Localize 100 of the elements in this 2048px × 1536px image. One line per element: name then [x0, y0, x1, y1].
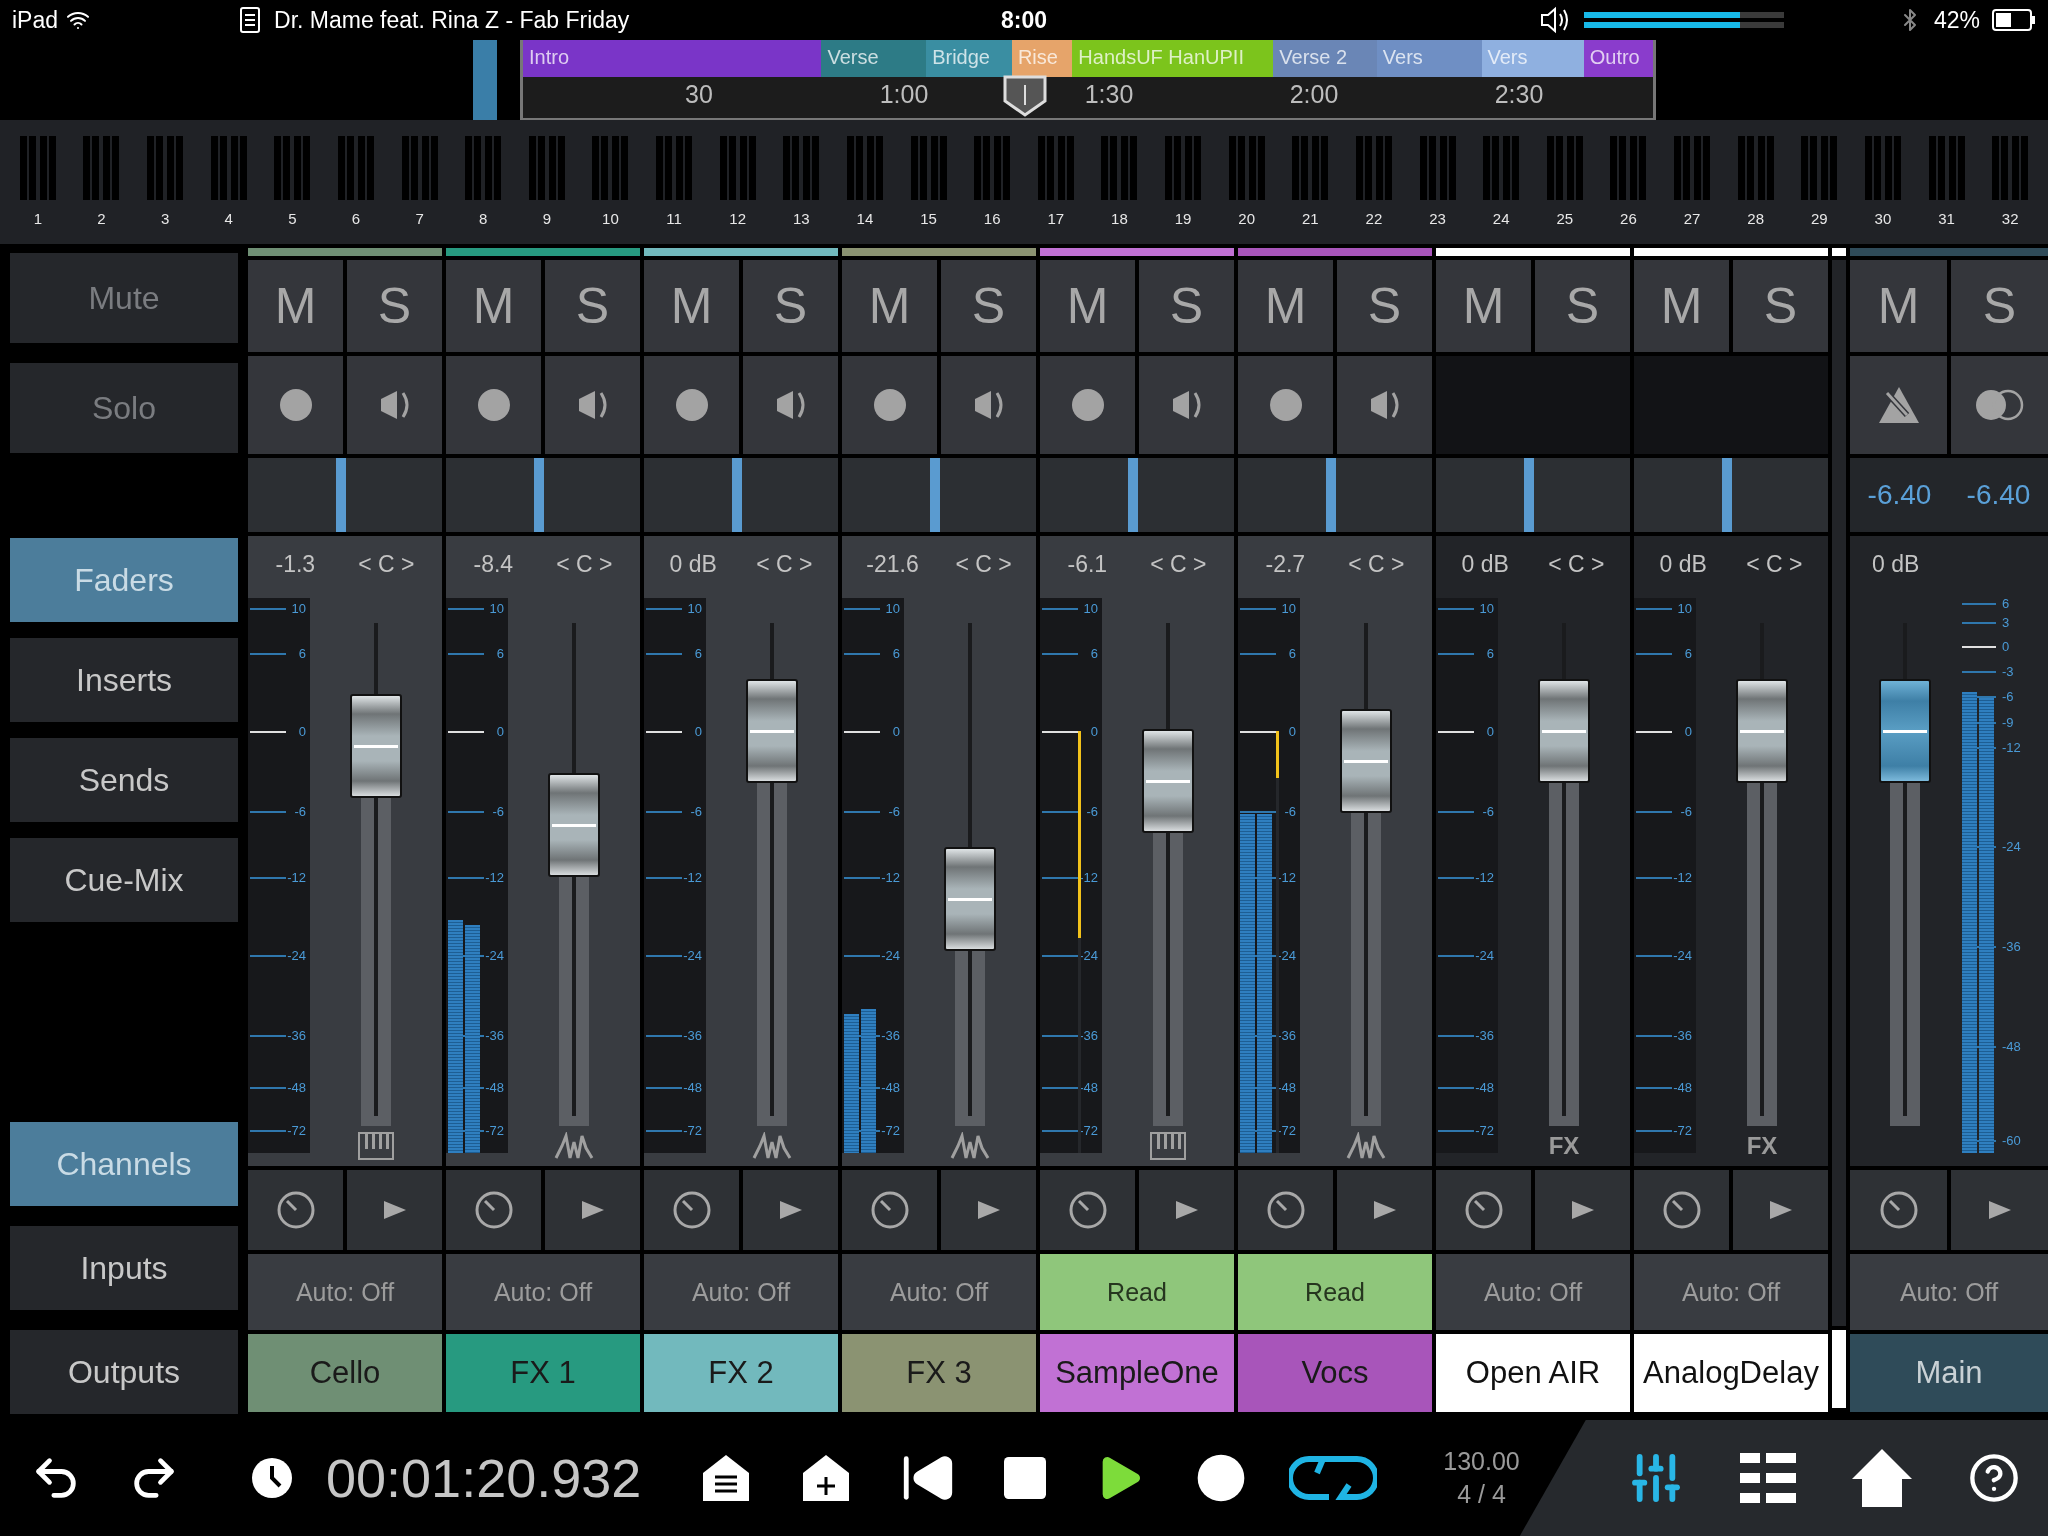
mono-button[interactable] [1951, 356, 2048, 454]
channel-name[interactable]: Vocs [1238, 1334, 1432, 1412]
sidebar-view-tab[interactable]: Sends [10, 738, 238, 822]
record-arm-button[interactable] [1040, 356, 1135, 454]
scene-button[interactable]: 5 [260, 136, 325, 244]
channel-name[interactable]: Open AIR [1436, 1334, 1630, 1412]
scene-button[interactable]: 6 [324, 136, 388, 244]
output-button[interactable] [1733, 1170, 1828, 1250]
scene-button[interactable]: 14 [833, 136, 897, 244]
output-button[interactable] [1139, 1170, 1234, 1250]
scene-button[interactable]: 25 [1533, 136, 1597, 244]
channel-name[interactable]: Main [1850, 1334, 2048, 1412]
send-knob-button[interactable] [446, 1170, 541, 1250]
channel-mute-toggle[interactable]: M [1634, 260, 1729, 352]
channel-name[interactable]: FX 2 [644, 1334, 838, 1412]
metronome-button[interactable] [1850, 356, 1947, 454]
monitor-button[interactable] [1337, 356, 1432, 454]
scene-button[interactable]: 4 [196, 136, 261, 244]
song-section[interactable]: Verse [821, 40, 927, 77]
monitor-button[interactable] [941, 356, 1036, 454]
send-knob-button[interactable] [1040, 1170, 1135, 1250]
fader-handle[interactable] [1879, 679, 1931, 784]
scene-button[interactable]: 29 [1787, 136, 1852, 244]
automation-button[interactable]: Auto: Off [1850, 1254, 2048, 1330]
pan-control[interactable] [842, 458, 1036, 532]
output-button[interactable] [347, 1170, 442, 1250]
home-button[interactable] [1851, 1449, 1912, 1507]
grid-view-button[interactable] [1739, 1453, 1796, 1503]
scene-button[interactable]: 7 [387, 136, 452, 244]
channel-solo-toggle[interactable]: S [1535, 260, 1630, 352]
channel-mute-toggle[interactable]: M [644, 260, 739, 352]
channel-name[interactable]: AnalogDelay [1634, 1334, 1828, 1412]
automation-button[interactable]: Read [1040, 1254, 1234, 1330]
record-arm-button[interactable] [1238, 356, 1333, 454]
send-knob-button[interactable] [1850, 1170, 1947, 1250]
fader-handle[interactable] [1340, 709, 1392, 814]
channel-solo-toggle[interactable]: S [347, 260, 442, 352]
automation-button[interactable]: Auto: Off [644, 1254, 838, 1330]
scene-button[interactable]: 19 [1151, 136, 1215, 244]
channel-solo-toggle[interactable]: S [1139, 260, 1234, 352]
fader-handle[interactable] [548, 773, 600, 878]
scene-button[interactable]: 17 [1024, 136, 1088, 244]
scene-button[interactable]: 3 [133, 136, 197, 244]
record-arm-button[interactable] [446, 356, 541, 454]
scene-button[interactable]: 1 [6, 136, 70, 244]
scene-button[interactable]: 26 [1596, 136, 1661, 244]
output-button[interactable] [941, 1170, 1036, 1250]
scene-button[interactable]: 12 [705, 136, 770, 244]
scene-button[interactable]: 22 [1342, 136, 1406, 244]
channel-mute-toggle[interactable]: M [446, 260, 541, 352]
mute-all-button[interactable]: Mute [10, 253, 238, 343]
monitor-button[interactable] [347, 356, 442, 454]
channel-solo-toggle[interactable]: S [1337, 260, 1432, 352]
channel-name[interactable]: FX 3 [842, 1334, 1036, 1412]
channel-mute-toggle[interactable]: M [1436, 260, 1531, 352]
pan-control[interactable] [248, 458, 442, 532]
channel-mute-toggle[interactable]: M [1040, 260, 1135, 352]
channel-name[interactable]: FX 1 [446, 1334, 640, 1412]
output-button[interactable] [1951, 1170, 2048, 1250]
channel-name[interactable]: Cello [248, 1334, 442, 1412]
sidebar-bank-tab[interactable]: Inputs [10, 1226, 238, 1310]
output-button[interactable] [1535, 1170, 1630, 1250]
pan-control[interactable] [1436, 458, 1630, 532]
automation-button[interactable]: Auto: Off [842, 1254, 1036, 1330]
scene-button[interactable]: 23 [1405, 136, 1470, 244]
playhead[interactable] [1001, 75, 1048, 117]
channel-mute-toggle[interactable]: M [1850, 260, 1947, 352]
fader-handle[interactable] [1538, 679, 1590, 784]
scene-button[interactable]: 16 [960, 136, 1024, 244]
channel-solo-toggle[interactable]: S [1733, 260, 1828, 352]
channel-name[interactable]: SampleOne [1040, 1334, 1234, 1412]
scene-button[interactable]: 10 [578, 136, 643, 244]
scene-button[interactable]: 30 [1851, 136, 1915, 244]
fader-handle[interactable] [746, 679, 798, 784]
scene-button[interactable]: 2 [69, 136, 134, 244]
monitor-button[interactable] [1139, 356, 1234, 454]
add-marker-button[interactable] [801, 1453, 852, 1503]
output-button[interactable] [743, 1170, 838, 1250]
scene-button[interactable]: 13 [769, 136, 834, 244]
scene-button[interactable]: 9 [515, 136, 579, 244]
clock-button[interactable] [250, 1456, 294, 1500]
sidebar-bank-tab[interactable]: Channels [10, 1122, 238, 1206]
channel-mute-toggle[interactable]: M [842, 260, 937, 352]
automation-button[interactable]: Auto: Off [1436, 1254, 1630, 1330]
scene-button[interactable]: 8 [451, 136, 515, 244]
send-knob-button[interactable] [1436, 1170, 1531, 1250]
channel-mute-toggle[interactable]: M [248, 260, 343, 352]
pan-control[interactable] [1634, 458, 1828, 532]
scene-button[interactable]: 18 [1087, 136, 1152, 244]
monitor-button[interactable] [743, 356, 838, 454]
fader-handle[interactable] [944, 847, 996, 952]
automation-button[interactable]: Auto: Off [248, 1254, 442, 1330]
scene-button[interactable]: 32 [1978, 136, 2042, 244]
send-knob-button[interactable] [842, 1170, 937, 1250]
song-section[interactable]: Intro [523, 40, 822, 77]
automation-button[interactable]: Auto: Off [1634, 1254, 1828, 1330]
scene-button[interactable]: 21 [1278, 136, 1343, 244]
scene-button[interactable]: 28 [1723, 136, 1788, 244]
pan-control[interactable] [446, 458, 640, 532]
fader-handle[interactable] [1142, 728, 1194, 833]
